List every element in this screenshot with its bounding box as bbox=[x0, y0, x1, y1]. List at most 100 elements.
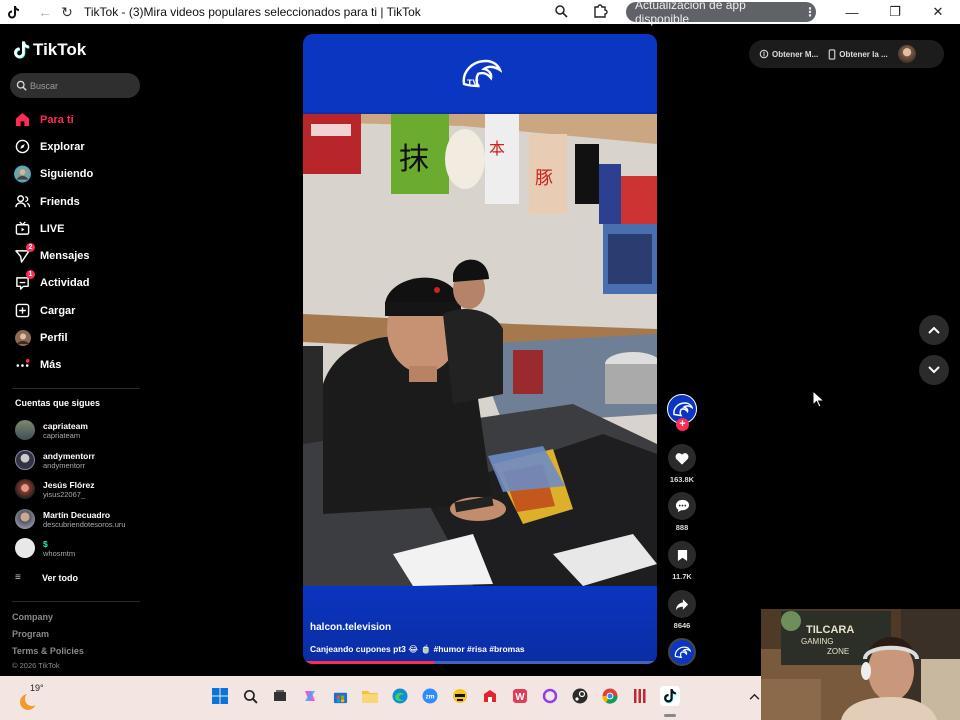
following-account-item[interactable]: $ whosmtm bbox=[15, 535, 75, 561]
video-author-username[interactable]: halcon.television bbox=[310, 622, 391, 633]
menu-item-mensajes[interactable]: 2 Mensajes bbox=[0, 242, 150, 269]
following-account-item[interactable]: Jesús Flórez yisus22067_ bbox=[15, 476, 95, 502]
menu-label: Perfil bbox=[40, 332, 68, 345]
minimize-button[interactable]: — bbox=[830, 0, 874, 24]
tiktok-logo[interactable]: TikTok bbox=[14, 40, 86, 60]
footer-terms-link[interactable]: Terms & Policies bbox=[12, 646, 84, 656]
previous-video-button[interactable] bbox=[919, 315, 949, 345]
svg-text:zm: zm bbox=[425, 694, 434, 701]
account-name: andymentorr bbox=[43, 450, 95, 461]
active-app-indicator bbox=[664, 714, 676, 717]
user-avatar[interactable] bbox=[897, 45, 916, 63]
menu-item-explorar[interactable]: Explorar bbox=[0, 133, 150, 160]
start-windows-icon[interactable] bbox=[210, 686, 230, 706]
halcon-tv-logo: TV. bbox=[462, 59, 502, 88]
zoom-app-icon[interactable]: zm bbox=[420, 686, 440, 706]
following-account-item[interactable]: Martín Decuadro descubriendotesoros.uru bbox=[15, 506, 126, 532]
svg-text:W: W bbox=[515, 692, 525, 703]
search-box[interactable] bbox=[10, 73, 140, 98]
menu-item-actividad[interactable]: 1 Actividad bbox=[0, 269, 150, 297]
logo-text: TikTok bbox=[33, 40, 87, 59]
share-arrow-icon bbox=[668, 590, 696, 618]
following-avatar-icon bbox=[14, 165, 31, 183]
comment-button[interactable]: 888 bbox=[666, 492, 698, 532]
w-app-icon[interactable]: W bbox=[510, 686, 530, 706]
mouse-cursor-icon bbox=[812, 390, 824, 408]
account-avatar bbox=[15, 420, 35, 440]
search-zoom-icon[interactable] bbox=[554, 4, 570, 20]
video-progress-bar[interactable] bbox=[303, 661, 657, 664]
back-arrow-icon[interactable]: ← bbox=[34, 2, 56, 22]
search-icon bbox=[16, 80, 27, 91]
tab-title: TikTok - (3)Mira videos populares selecc… bbox=[84, 5, 421, 19]
weather-widget[interactable]: 19° bbox=[18, 682, 48, 712]
chrome-icon[interactable] bbox=[600, 686, 620, 706]
follow-plus-icon[interactable]: + bbox=[676, 418, 689, 431]
home-icon bbox=[14, 111, 31, 128]
upload-plus-icon bbox=[14, 302, 31, 319]
search-input[interactable] bbox=[30, 80, 130, 91]
sound-disc-button[interactable] bbox=[666, 638, 698, 666]
footer-program-link[interactable]: Program bbox=[12, 629, 49, 639]
menu-item-para-ti[interactable]: Para ti bbox=[0, 106, 150, 133]
menu-item-mas[interactable]: Más bbox=[0, 352, 150, 379]
restore-button[interactable]: ❐ bbox=[873, 0, 917, 24]
temperature: 19° bbox=[30, 683, 44, 693]
app-update-available-button[interactable]: Actualización de app disponible ⋮ bbox=[626, 0, 816, 26]
sidebar-divider bbox=[12, 388, 140, 389]
reload-icon[interactable]: ↻ bbox=[56, 2, 78, 22]
get-app-button-2[interactable]: Obtener la ... bbox=[828, 48, 888, 60]
compass-icon bbox=[14, 138, 31, 155]
menu-item-friends[interactable]: Friends bbox=[0, 188, 150, 215]
share-button[interactable]: 8646 bbox=[666, 590, 698, 630]
menu-item-perfil[interactable]: Perfil bbox=[0, 324, 150, 351]
chevron-down-icon bbox=[928, 366, 940, 374]
next-video-button[interactable] bbox=[919, 355, 949, 385]
copilot-icon[interactable] bbox=[300, 686, 320, 706]
footer-company-link[interactable]: Company bbox=[12, 612, 53, 622]
taskbar-search-icon[interactable] bbox=[240, 686, 260, 706]
purple-ring-icon[interactable] bbox=[540, 686, 560, 706]
steam-icon[interactable] bbox=[570, 686, 590, 706]
get-app-button-1[interactable]: Obtener M... bbox=[759, 49, 818, 59]
red-app-icon[interactable] bbox=[480, 686, 500, 706]
send-icon: 2 bbox=[14, 242, 35, 265]
game-character-icon[interactable] bbox=[450, 686, 470, 706]
menu-item-cargar[interactable]: Cargar bbox=[0, 297, 150, 324]
account-avatar bbox=[15, 538, 35, 558]
task-view-icon[interactable] bbox=[270, 686, 290, 706]
like-button[interactable]: 163.8K bbox=[666, 444, 698, 484]
comment-icon bbox=[668, 492, 696, 520]
see-all-link[interactable]: ≡ Ver todo bbox=[15, 572, 78, 583]
menu-item-live[interactable]: LIVE bbox=[0, 215, 150, 242]
sun-moon-icon bbox=[20, 692, 39, 710]
menu-label: LIVE bbox=[40, 222, 65, 235]
save-button[interactable]: 11.7K bbox=[666, 541, 698, 581]
chevron-up-icon bbox=[928, 326, 940, 334]
edge-browser-icon[interactable] bbox=[390, 686, 410, 706]
following-section-title: Cuentas que sigues bbox=[15, 398, 101, 408]
bookmark-icon bbox=[668, 541, 696, 569]
tiktok-tab-icon bbox=[6, 4, 22, 20]
bars-app-icon[interactable] bbox=[630, 686, 650, 706]
menu-item-siguiendo[interactable]: Siguiendo bbox=[0, 161, 150, 188]
sound-disc-icon bbox=[668, 638, 696, 666]
extensions-puzzle-icon[interactable] bbox=[592, 3, 610, 21]
svg-text:豚: 豚 bbox=[535, 168, 553, 189]
account-name: Martín Decuadro bbox=[43, 509, 111, 520]
file-explorer-icon[interactable] bbox=[360, 686, 380, 706]
author-avatar-button[interactable]: + bbox=[666, 394, 698, 431]
following-account-item[interactable]: andymentorr andymentorr bbox=[15, 447, 95, 473]
close-button[interactable]: ✕ bbox=[916, 0, 960, 24]
store-icon[interactable] bbox=[330, 686, 350, 706]
account-handle: capriateam bbox=[43, 430, 81, 440]
following-account-item[interactable]: capriateam capriateam bbox=[15, 417, 88, 443]
save-count: 11.7K bbox=[672, 572, 692, 581]
video-player[interactable]: TV. 抹 本 豚 halcon.television Canjeando cu… bbox=[303, 34, 657, 664]
tiktok-taskbar-icon[interactable] bbox=[660, 686, 680, 706]
account-handle: yisus22067_ bbox=[43, 489, 86, 499]
activity-icon: 1 bbox=[14, 269, 35, 292]
svg-text:本: 本 bbox=[489, 139, 505, 158]
account-handle: andymentorr bbox=[43, 460, 86, 470]
browser-title-bar: ← ↻ TikTok - (3)Mira videos populares se… bbox=[0, 0, 960, 26]
